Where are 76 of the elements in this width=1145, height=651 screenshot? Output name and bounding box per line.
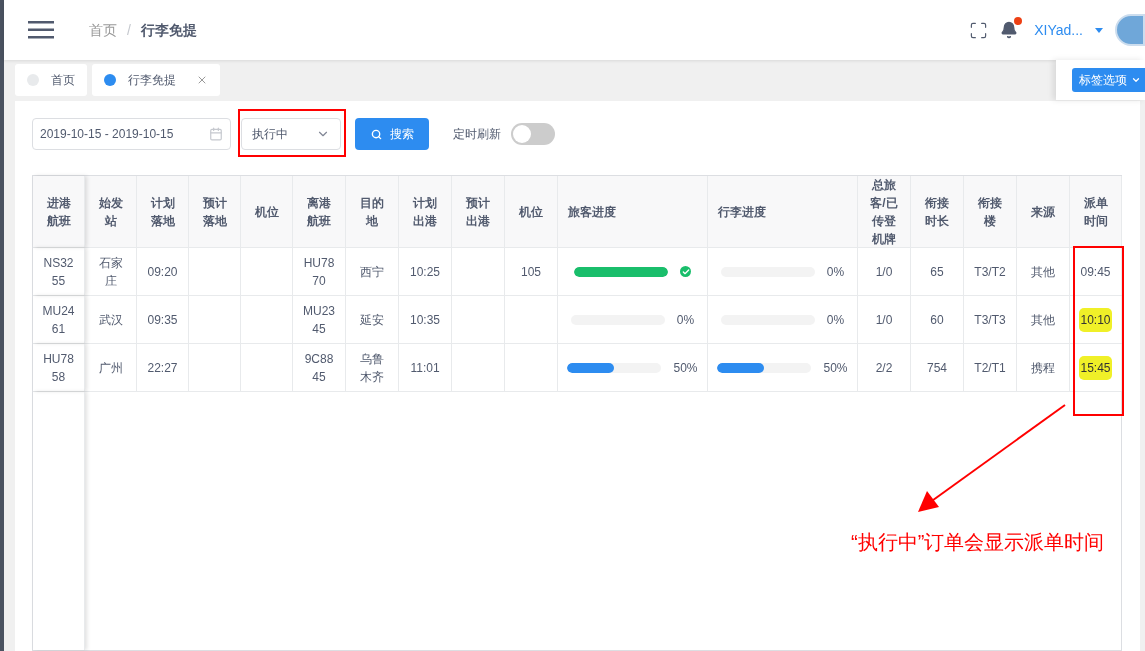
table-cell-text: T2/T1 — [974, 359, 1006, 377]
page-tab[interactable]: 首页 — [15, 64, 87, 96]
table-cell-text: 11:01 — [409, 359, 441, 377]
auto-refresh-label: 定时刷新 — [453, 126, 501, 143]
table-cell-text: 1/0 — [875, 263, 893, 281]
column-header: 预计出港 — [465, 194, 491, 230]
column-header: 行李进度 — [717, 203, 767, 221]
progress-percent: 50% — [673, 359, 698, 377]
column-header: 离港航班 — [306, 194, 332, 230]
table-cell-text: 广州 — [97, 359, 124, 377]
column-header: 衔接楼 — [977, 194, 1003, 230]
table-cell-text: HU7870 — [302, 254, 336, 290]
table-cell-text: T3/T2 — [974, 263, 1006, 281]
date-range-field[interactable]: 2019-10-15 - 2019-10-15 — [32, 118, 231, 150]
table-cell-text: 乌鲁木齐 — [359, 350, 385, 386]
close-icon[interactable] — [196, 74, 208, 86]
annotation-text: “执行中”订单会显示派单时间 — [851, 530, 1105, 555]
column-header: 旅客进度 — [567, 203, 617, 221]
progress-percent: 50% — [823, 359, 848, 377]
table-cell-text: 09:35 — [146, 311, 179, 329]
column-header: 进港航班 — [45, 194, 72, 230]
table-cell-text: 携程 — [1031, 359, 1055, 377]
dispatch-time: 09:45 — [1079, 263, 1112, 281]
column-header: 机位 — [518, 203, 544, 221]
column-header: 来源 — [1030, 203, 1056, 221]
table-cell-text: 9C8845 — [303, 350, 335, 386]
table-cell-text: T3/T3 — [974, 311, 1006, 329]
table-cell-text: 西宁 — [359, 263, 385, 281]
column-header: 计划出港 — [411, 194, 438, 230]
column-header: 计划落地 — [149, 194, 176, 230]
table-cell-text: 2/2 — [875, 359, 893, 377]
table-cell-text: MU2461 — [41, 302, 76, 338]
user-name[interactable]: XIYad... — [1034, 19, 1083, 41]
success-icon — [680, 266, 691, 277]
column-header: 机位 — [253, 203, 280, 221]
toggle-switch[interactable] — [511, 123, 555, 145]
table-cell-text: 武汉 — [97, 311, 124, 329]
table-cell-text: 22:27 — [146, 359, 179, 377]
table-cell-text: 其他 — [1031, 311, 1055, 329]
table-cell-text: 石家庄 — [97, 254, 124, 290]
column-header: 预计落地 — [201, 194, 228, 230]
breadcrumb-separator: / — [127, 20, 131, 40]
caret-icon — [1131, 75, 1141, 85]
dispatch-time: 10:10 — [1079, 307, 1112, 332]
table-cell-text: MU2345 — [302, 302, 336, 338]
table-cell-text: 754 — [927, 359, 947, 377]
table-cell-text: HU7858 — [42, 350, 75, 386]
column-header: 衔接时长 — [924, 194, 950, 230]
caret-icon[interactable] — [1095, 27, 1103, 33]
calendar-icon — [209, 127, 223, 141]
table-cell-text: 65 — [930, 263, 944, 281]
avatar[interactable] — [1115, 14, 1145, 46]
table-cell-text: 延安 — [359, 311, 385, 329]
fullscreen-icon[interactable] — [969, 20, 989, 40]
table-cell-text: 1/0 — [875, 311, 893, 329]
table-cell-text: 60 — [930, 311, 944, 329]
menu-icon[interactable] — [28, 21, 54, 39]
table-cell-text: 10:25 — [409, 263, 441, 281]
table-cell-text: 其他 — [1031, 263, 1055, 281]
table-cell-text: 10:35 — [409, 311, 441, 329]
dispatch-time: 15:45 — [1079, 355, 1112, 380]
column-header: 目的地 — [359, 194, 385, 230]
table-cell-text: 09:20 — [146, 263, 179, 281]
column-header: 派单时间 — [1082, 194, 1109, 230]
column-header: 总旅客/已传登机牌 — [869, 176, 899, 248]
status-select[interactable]: 执行中 — [241, 118, 341, 150]
search-icon — [370, 128, 382, 140]
progress-percent: 0% — [826, 311, 845, 329]
page-tab[interactable]: 行李免提 — [92, 64, 220, 96]
table-cell-text: NS3255 — [42, 254, 75, 290]
progress-percent: 0% — [676, 311, 695, 329]
bell-icon[interactable] — [1000, 21, 1019, 39]
column-header: 始发站 — [97, 194, 124, 230]
table-cell-text: 105 — [520, 263, 542, 281]
progress-percent: 0% — [826, 263, 845, 281]
breadcrumb-item: 行李免提 — [140, 20, 197, 40]
